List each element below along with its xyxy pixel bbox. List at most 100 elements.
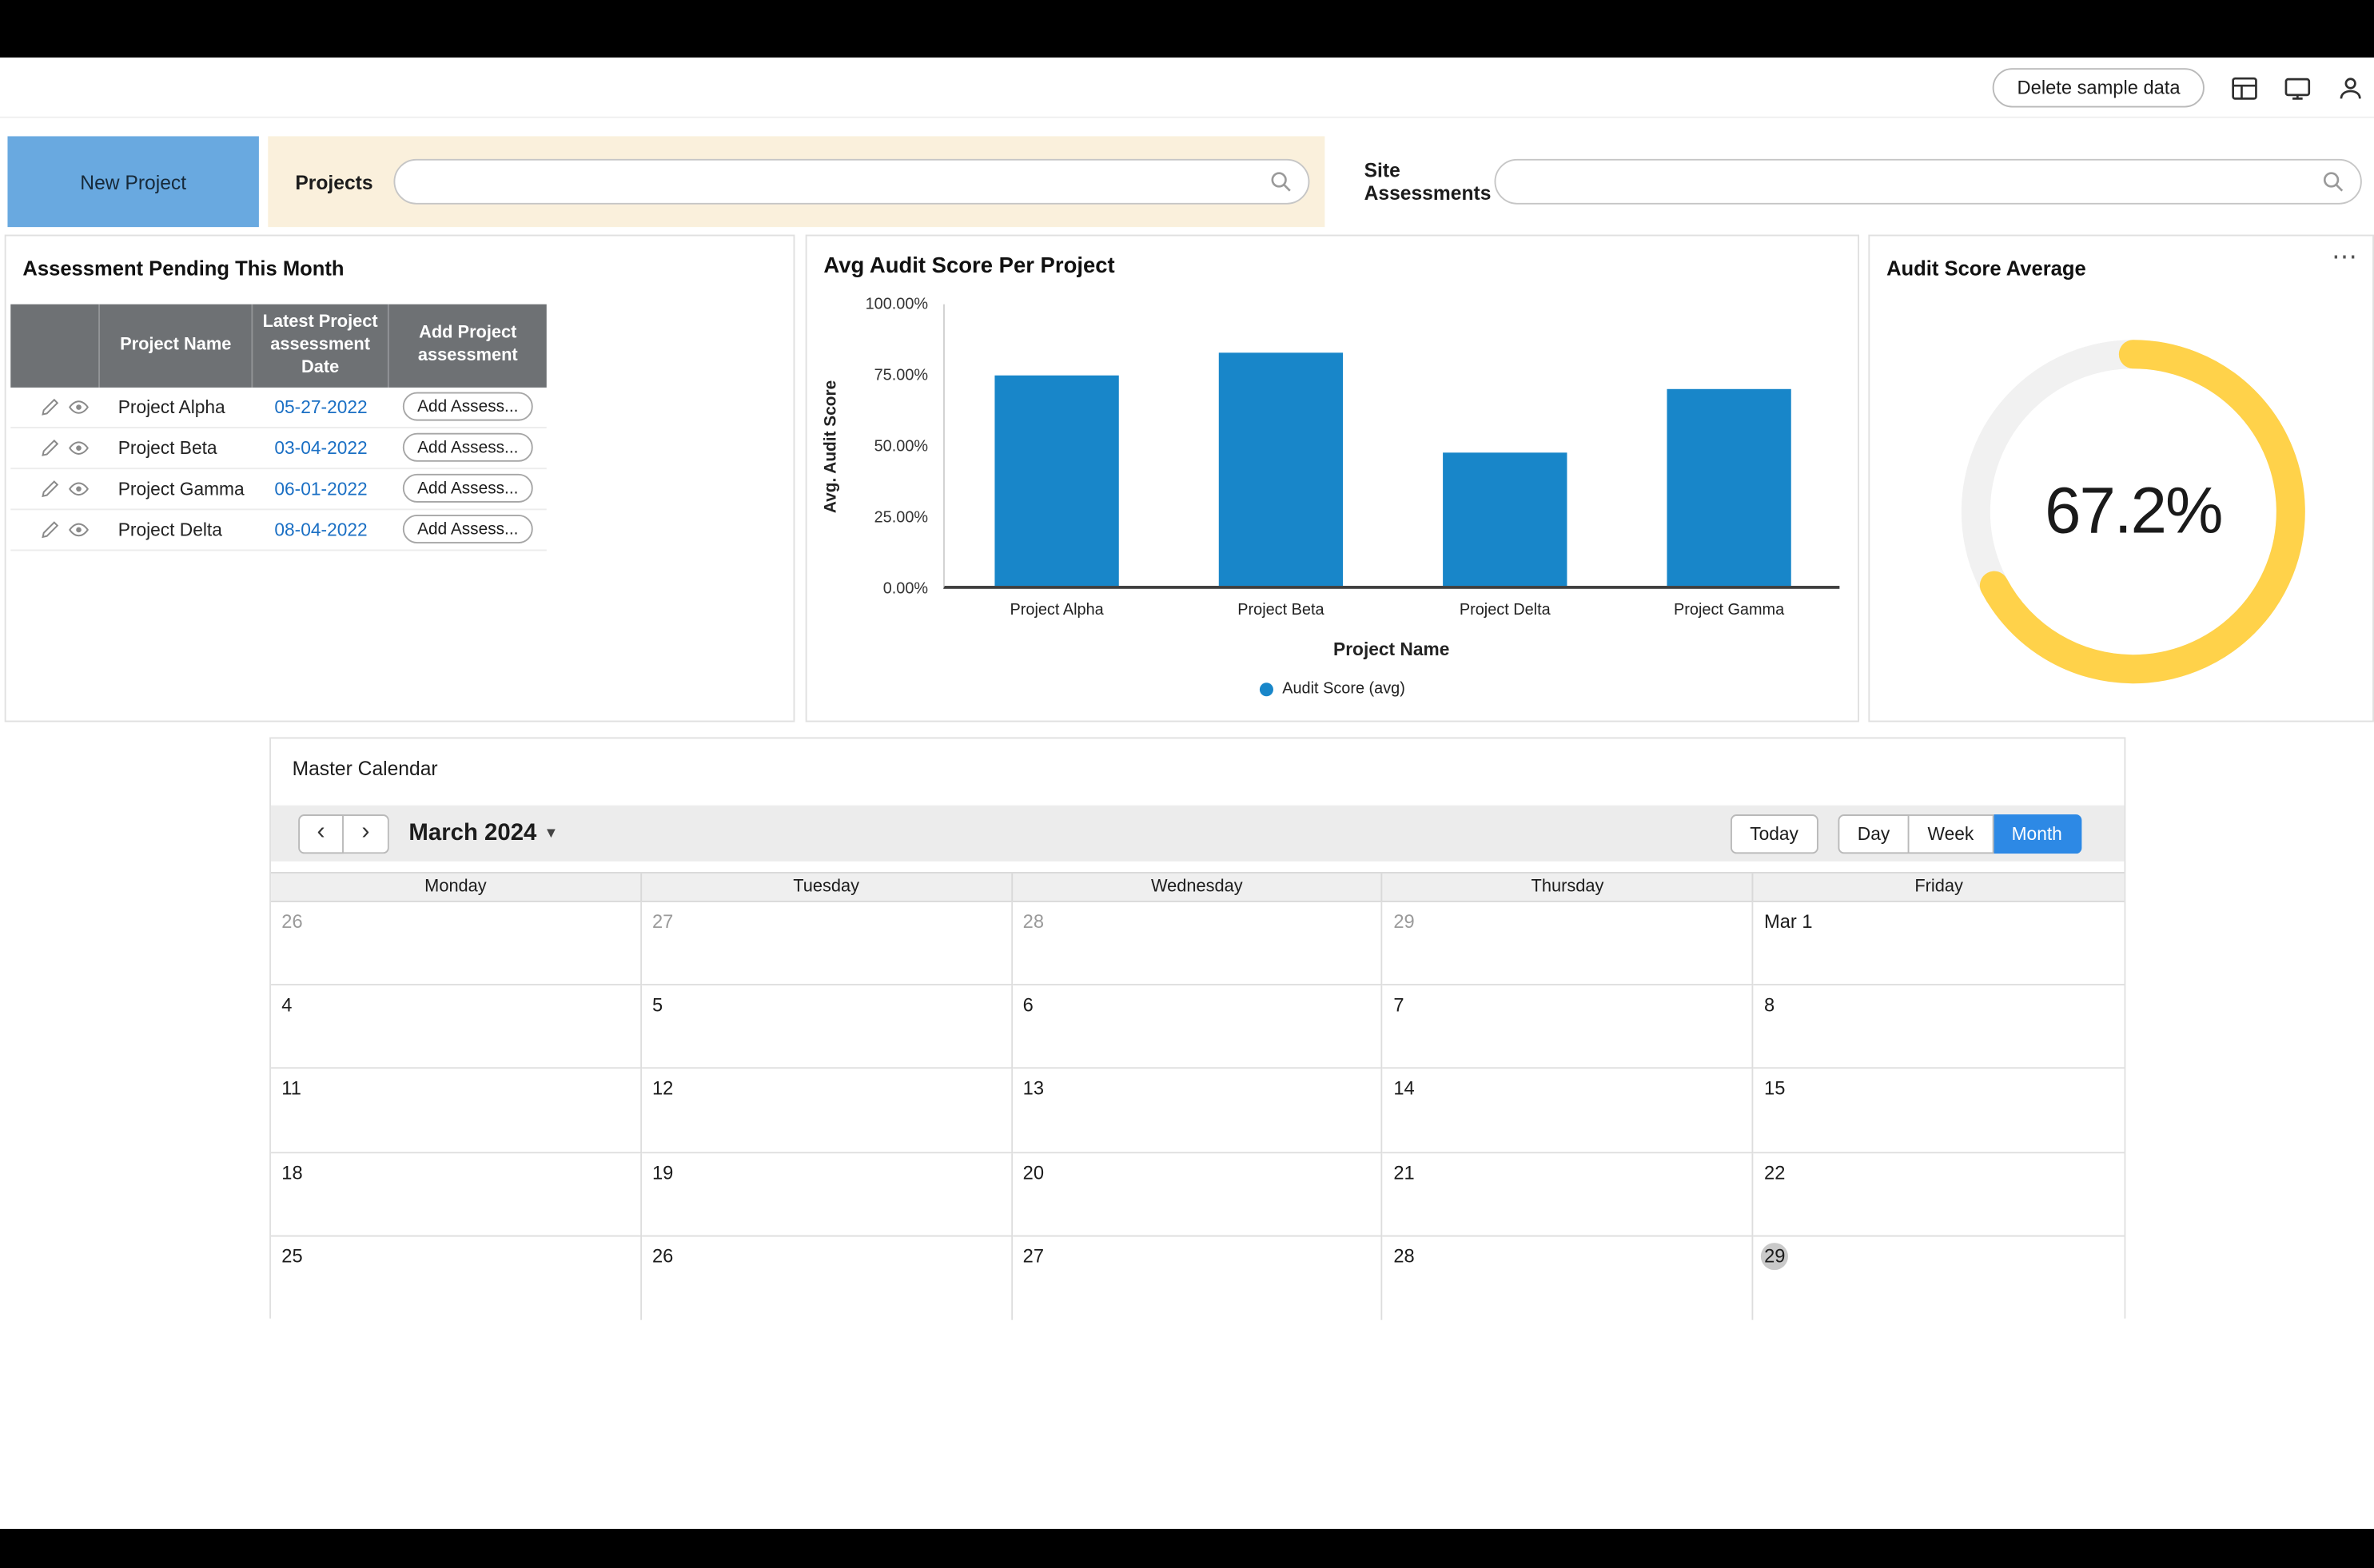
day-number: 14 [1393, 1078, 1414, 1100]
projects-search-input[interactable] [394, 159, 1309, 205]
calendar-grid: 26272829Mar 1456781112131415181920212225… [271, 902, 2124, 1320]
table-view-icon[interactable] [2230, 74, 2259, 102]
calendar-cell[interactable]: 4 [271, 985, 642, 1069]
calendar-cell[interactable]: 18 [271, 1153, 642, 1237]
today-button[interactable]: Today [1731, 814, 1818, 853]
calendar-cell[interactable]: 29 [1754, 1236, 2125, 1320]
display-icon[interactable] [2283, 74, 2312, 102]
calendar-cell[interactable]: 6 [1012, 985, 1383, 1069]
prev-month-button[interactable]: ‹ [298, 814, 344, 853]
day-number: 28 [1023, 911, 1044, 933]
add-assessment-button[interactable]: Add Assess... [402, 515, 533, 544]
day-number: 18 [281, 1162, 302, 1184]
view-icon[interactable] [68, 519, 90, 540]
calendar-cell[interactable]: 15 [1754, 1069, 2125, 1153]
user-icon[interactable] [2336, 74, 2365, 102]
calendar-cell[interactable]: 19 [642, 1153, 1013, 1237]
bar-plot: Project AlphaProject BetaProject DeltaPr… [943, 304, 1839, 589]
edit-icon[interactable] [39, 437, 61, 459]
calendar-cell[interactable]: 20 [1012, 1153, 1383, 1237]
day-number: 21 [1393, 1162, 1414, 1184]
view-icon[interactable] [68, 437, 90, 459]
calendar-cell[interactable]: 13 [1012, 1069, 1383, 1153]
avg-audit-score-panel: Avg Audit Score Per Project Avg. Audit S… [806, 235, 1859, 722]
view-switcher: Day Week Month [1838, 814, 2081, 853]
calendar-cell[interactable]: 22 [1754, 1153, 2125, 1237]
view-icon[interactable] [68, 396, 90, 418]
day-number: 25 [281, 1245, 302, 1267]
assessment-date-link[interactable]: 05-27-2022 [274, 396, 367, 418]
calendar-cell[interactable]: Mar 1 [1754, 902, 2125, 986]
calendar-cell[interactable]: 14 [1383, 1069, 1754, 1153]
row-actions [10, 437, 100, 459]
more-options-icon[interactable]: ⋯ [2325, 237, 2364, 275]
day-view-button[interactable]: Day [1838, 814, 1910, 853]
bar[interactable] [1667, 389, 1790, 586]
week-view-button[interactable]: Week [1910, 814, 1994, 853]
row-actions [10, 519, 100, 540]
assessment-date-cell: 03-04-2022 [253, 437, 388, 459]
site-assessments-search-input[interactable] [1495, 159, 2362, 205]
assessment-date-link[interactable]: 08-04-2022 [274, 519, 367, 540]
y-tick-label: 100.00% [866, 295, 929, 313]
table-row: Project Beta03-04-2022Add Assess... [10, 428, 547, 469]
calendar-cell[interactable]: 7 [1383, 985, 1754, 1069]
x-axis-label: Project Name [943, 639, 1839, 660]
calendar-cell[interactable]: 28 [1383, 1236, 1754, 1320]
bar[interactable] [1443, 452, 1567, 586]
assessment-date-cell: 05-27-2022 [253, 396, 388, 418]
action-cell: Add Assess... [389, 474, 547, 503]
edit-icon[interactable] [39, 396, 61, 418]
project-name: Project Delta [100, 519, 253, 540]
calendar-cell[interactable]: 28 [1012, 902, 1383, 986]
calendar-cell[interactable]: 11 [271, 1069, 642, 1153]
calendar-cell[interactable]: 27 [1012, 1236, 1383, 1320]
assessment-date-cell: 06-01-2022 [253, 478, 388, 499]
add-assessment-button[interactable]: Add Assess... [402, 474, 533, 503]
add-assessment-button[interactable]: Add Assess... [402, 392, 533, 421]
calendar-cell[interactable]: 5 [642, 985, 1013, 1069]
delete-sample-data-button[interactable]: Delete sample data [1993, 68, 2205, 107]
y-ticks: 100.00%75.00%50.00%25.00%0.00% [807, 304, 934, 589]
column-header: Project Name [100, 304, 253, 388]
day-number: 8 [1764, 995, 1775, 1017]
edit-icon[interactable] [39, 478, 61, 499]
x-tick-label: Project Beta [1169, 601, 1392, 619]
assessment-date-link[interactable]: 03-04-2022 [274, 437, 367, 459]
month-selector[interactable]: March 2024 ▾ [408, 820, 555, 847]
panel-title: Assessment Pending This Month [6, 236, 794, 280]
y-tick-label: 50.00% [874, 437, 928, 456]
column-header-blank [10, 304, 100, 388]
day-number: 12 [652, 1078, 673, 1100]
action-cell: Add Assess... [389, 433, 547, 462]
day-number: 27 [652, 911, 673, 933]
project-name: Project Alpha [100, 396, 253, 418]
row-actions [10, 478, 100, 499]
assessment-date-link[interactable]: 06-01-2022 [274, 478, 367, 499]
calendar-cell[interactable]: 21 [1383, 1153, 1754, 1237]
calendar-cell[interactable]: 12 [642, 1069, 1013, 1153]
audit-score-average-panel: Audit Score Average ⋯ 67.2% [1868, 235, 2374, 722]
calendar-cell[interactable]: 27 [642, 902, 1013, 986]
calendar-cell[interactable]: 29 [1383, 902, 1754, 986]
calendar-cell[interactable]: 26 [642, 1236, 1013, 1320]
legend-label: Audit Score (avg) [1282, 679, 1405, 698]
calendar-cell[interactable]: 8 [1754, 985, 2125, 1069]
new-project-button[interactable]: New Project [7, 136, 258, 227]
bar[interactable] [994, 376, 1118, 586]
view-icon[interactable] [68, 478, 90, 499]
day-number: 11 [281, 1078, 301, 1100]
next-month-button[interactable]: › [344, 814, 389, 853]
table-row: Project Gamma06-01-2022Add Assess... [10, 469, 547, 510]
calendar-title: Master Calendar [271, 738, 2124, 798]
edit-icon[interactable] [39, 519, 61, 540]
top-black-bar [0, 0, 2374, 58]
calendar-cell[interactable]: 25 [271, 1236, 642, 1320]
month-view-button[interactable]: Month [1994, 814, 2082, 853]
bar[interactable] [1219, 352, 1343, 586]
add-assessment-button[interactable]: Add Assess... [402, 433, 533, 462]
calendar-cell[interactable]: 26 [271, 902, 642, 986]
table-row: Project Delta 08-04-2022 Add Assess... [10, 510, 547, 551]
app-toolbar: Delete sample data [0, 58, 2374, 118]
column-header: Latest Project assessment Date [253, 304, 388, 388]
